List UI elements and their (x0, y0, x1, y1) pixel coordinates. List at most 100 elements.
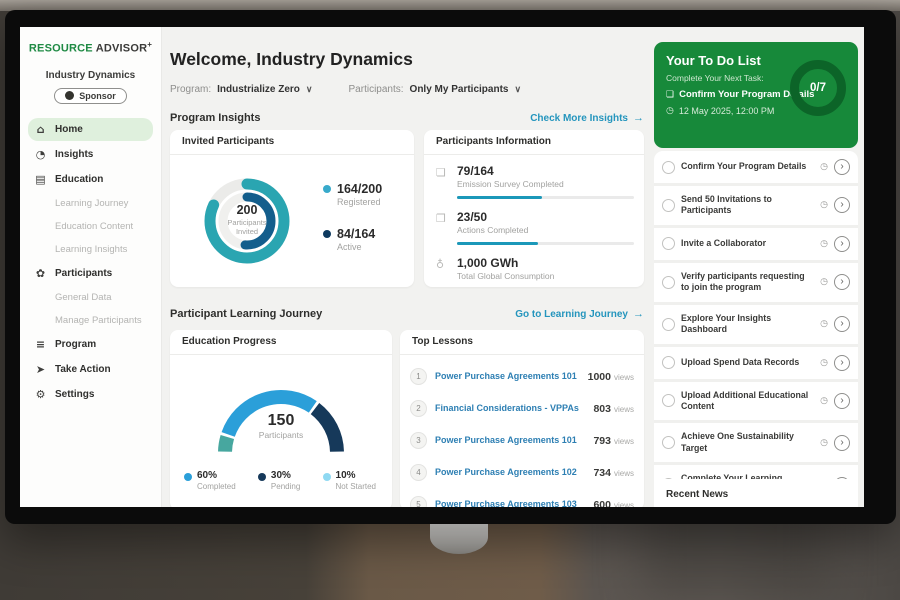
clock-icon (820, 358, 828, 368)
legend-label: Pending (271, 482, 300, 491)
lesson-rank-badge: 2 (410, 400, 427, 417)
lesson-link[interactable]: Financial Considerations - VPPAs (435, 403, 585, 413)
lesson-link[interactable]: Power Purchase Agreements 102 (435, 467, 585, 477)
sidebar-item-label: Education Content (55, 221, 133, 232)
sidebar-item[interactable]: Participants (28, 262, 153, 285)
sponsor-icon (65, 91, 74, 100)
legend-value: 164/200 (337, 182, 382, 196)
sidebar-item-label: Home (55, 124, 83, 135)
lesson-link[interactable]: Power Purchase Agreements 101 (435, 435, 585, 445)
sidebar-item[interactable]: Insights (28, 143, 153, 166)
todo-task[interactable]: Invite a Collaborator (654, 228, 858, 263)
donut-legend: 164/200 Registered 84/164 Active (323, 182, 382, 252)
legend-percent: 60% (197, 470, 236, 481)
legend-item: 30% Pending (258, 470, 300, 491)
clock-icon (820, 239, 828, 249)
legend-value: 84/164 (337, 227, 375, 241)
home-icon (34, 123, 47, 136)
task-checkbox-icon[interactable] (662, 356, 675, 369)
info-label: Total Global Consumption (457, 271, 634, 281)
task-label: Upload Spend Data Records (681, 357, 814, 368)
gauge-center: 150 Participants (170, 412, 392, 440)
lesson-rank-badge: 3 (410, 432, 427, 449)
task-label: Explore Your Insights Dashboard (681, 313, 814, 336)
dashboard-screen: RESOURCE ADVISOR+ Industry Dynamics Spon… (20, 27, 864, 507)
legend-item: 60% Completed (184, 470, 236, 491)
todo-task[interactable]: Upload Spend Data Records (654, 347, 858, 382)
chevron-right-icon[interactable] (834, 236, 850, 252)
sidebar-item[interactable]: Home (28, 118, 153, 141)
info-label: Emission Survey Completed (457, 179, 634, 189)
chevron-right-icon[interactable] (834, 435, 850, 451)
recent-news-card: Recent News (654, 479, 858, 507)
info-value: 23/50 (457, 210, 634, 224)
lesson-link[interactable]: Power Purchase Agreements 101 (435, 371, 580, 381)
gauge-legend: 60% Completed 30% Pending (170, 460, 392, 491)
chevron-right-icon[interactable] (834, 197, 850, 213)
todo-task[interactable]: Achieve One Sustainability Target (654, 423, 858, 465)
chevron-right-icon[interactable] (834, 355, 850, 371)
clock-icon (820, 200, 828, 210)
lesson-row: 1 Power Purchase Agreements 101 1000view… (410, 360, 634, 392)
sidebar-item[interactable]: Education (28, 168, 153, 191)
filter-dropdown[interactable]: Participants: Only My Participants (349, 84, 522, 95)
sidebar-item[interactable]: Take Action (28, 358, 153, 381)
sidebar-item[interactable]: Manage Participants (28, 310, 153, 331)
sidebar-item[interactable]: Education Content (28, 216, 153, 237)
sidebar-item[interactable]: Learning Journey (28, 193, 153, 214)
todo-task[interactable]: Verify participants requesting to join t… (654, 263, 858, 305)
sidebar-item-label: Participants (55, 268, 112, 279)
legend-label: Not Started (336, 482, 376, 491)
sidebar-item[interactable]: Learning Insights (28, 239, 153, 260)
go-to-learning-journey-link[interactable]: Go to Learning Journey (515, 308, 644, 320)
legend-dot-icon (258, 473, 266, 481)
lesson-link[interactable]: Power Purchase Agreements 103 (435, 499, 585, 507)
todo-progress-value: 0/7 (810, 82, 826, 94)
task-checkbox-icon[interactable] (662, 161, 675, 174)
card-title: Education Progress (170, 330, 392, 355)
todo-summary-card: Your To Do List Complete Your Next Task:… (654, 42, 858, 148)
todo-task[interactable]: Upload Additional Educational Content (654, 382, 858, 424)
lesson-row: 3 Power Purchase Agreements 101 793views (410, 424, 634, 456)
filter-dropdown[interactable]: Program: Industrialize Zero (170, 84, 313, 95)
task-checkbox-icon[interactable] (662, 237, 675, 250)
sidebar-item[interactable]: General Data (28, 287, 153, 308)
clock-icon (820, 438, 828, 448)
progress-bar-fill (457, 196, 542, 199)
arrow-right-icon (633, 112, 644, 124)
chevron-down-icon (514, 84, 521, 95)
sidebar-item[interactable]: Settings (28, 383, 153, 406)
lesson-views: 803views (593, 399, 634, 417)
task-checkbox-icon[interactable] (662, 394, 675, 407)
settings-icon (34, 388, 47, 401)
todo-task[interactable]: Send 50 Invitations to Participants (654, 186, 858, 228)
progress-bar (457, 196, 634, 199)
sidebar-item-label: Learning Insights (55, 244, 127, 255)
task-checkbox-icon[interactable] (662, 199, 675, 212)
participants-icon (34, 267, 47, 280)
task-checkbox-icon[interactable] (662, 436, 675, 449)
chevron-right-icon[interactable] (834, 316, 850, 332)
sidebar-item[interactable]: Program (28, 333, 153, 356)
check-more-insights-link[interactable]: Check More Insights (530, 112, 644, 124)
task-checkbox-icon[interactable] (662, 276, 675, 289)
sidebar: RESOURCE ADVISOR+ Industry Dynamics Spon… (20, 27, 162, 507)
filter-label: Program: (170, 84, 211, 95)
invited-count-label: Participants Invited (221, 218, 273, 236)
todo-task[interactable]: Explore Your Insights Dashboard (654, 305, 858, 347)
todo-task[interactable]: Confirm Your Program Details (654, 151, 858, 186)
legend-percent: 10% (336, 470, 376, 481)
chevron-right-icon[interactable] (834, 274, 850, 290)
legend-label: Active (337, 242, 375, 252)
app-logo: RESOURCE ADVISOR+ (20, 40, 161, 55)
invited-count: 200 (207, 203, 287, 217)
sidebar-item-label: Program (55, 339, 96, 350)
chevron-right-icon[interactable] (834, 393, 850, 409)
lesson-views: 1000views (588, 367, 634, 385)
legend-item: 164/200 Registered (323, 182, 382, 207)
todo-task-list: Confirm Your Program Details Send 50 Inv… (654, 151, 858, 507)
chevron-right-icon[interactable] (834, 159, 850, 175)
sidebar-item-label: Settings (55, 389, 94, 400)
task-checkbox-icon[interactable] (662, 318, 675, 331)
clipboard-icon (666, 90, 674, 100)
